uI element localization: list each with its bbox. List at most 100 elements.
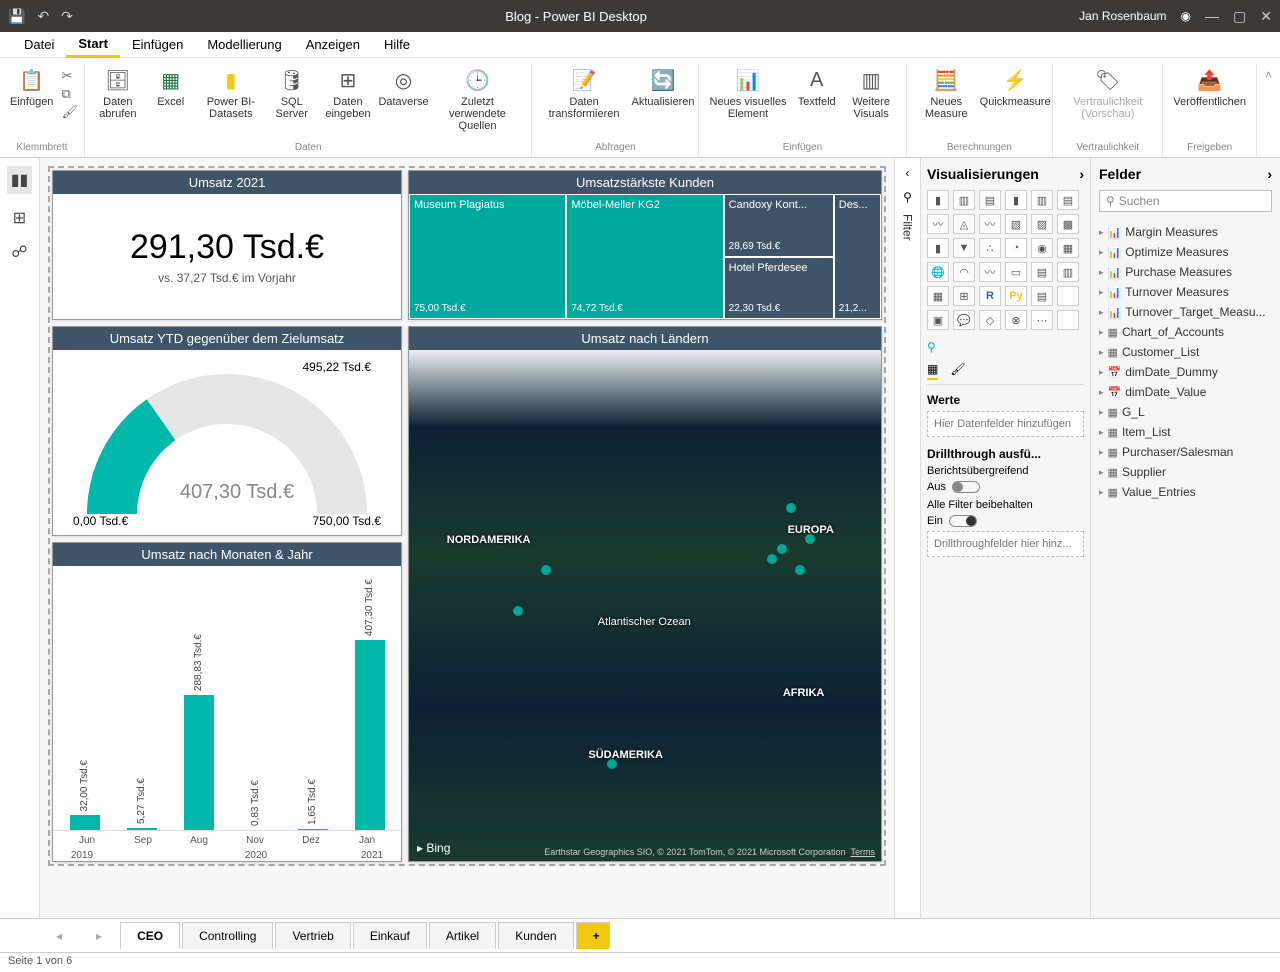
report-canvas[interactable]: Umsatz 2021 291,30 Tsd.€ vs. 37,27 Tsd.€… bbox=[40, 158, 894, 918]
report-view-icon[interactable]: ▮▮ bbox=[7, 166, 33, 194]
keep-filters-toggle[interactable] bbox=[949, 515, 977, 527]
viz-type-icon[interactable]: 〰 bbox=[927, 214, 949, 234]
new-measure-button[interactable]: 🧮Neues Measure bbox=[913, 64, 980, 140]
viz-type-icon[interactable]: ◠ bbox=[953, 262, 975, 282]
chevron-right-icon[interactable]: › bbox=[1267, 166, 1272, 182]
field-drop-area[interactable]: Hier Datenfelder hinzufügen bbox=[927, 411, 1084, 437]
add-page-button[interactable]: + bbox=[576, 922, 610, 949]
viz-type-icon[interactable]: ⊗ bbox=[1005, 310, 1027, 330]
viz-type-icon[interactable] bbox=[1057, 286, 1079, 306]
field-item[interactable]: ▸📅dimDate_Dummy bbox=[1099, 362, 1272, 382]
viz-type-icon[interactable]: ⋯ bbox=[1031, 310, 1053, 330]
treemap-cell[interactable]: Des...21,2... bbox=[834, 194, 881, 319]
viz-type-icon[interactable]: 〰 bbox=[979, 214, 1001, 234]
treemap-cell[interactable]: Möbel-Meller KG274,72 Tsd.€ bbox=[566, 194, 723, 319]
viz-type-icon[interactable]: ▭ bbox=[1005, 262, 1027, 282]
excel-button[interactable]: ▦Excel bbox=[149, 64, 193, 140]
field-item[interactable]: ▸📊Turnover Measures bbox=[1099, 282, 1272, 302]
publish-button[interactable]: 📤Veröffentlichen bbox=[1169, 64, 1250, 140]
viz-type-icon[interactable]: ◔ bbox=[1005, 238, 1027, 258]
viz-type-icon[interactable]: ▦ bbox=[1057, 238, 1079, 258]
page-tab[interactable]: Kunden bbox=[498, 922, 573, 949]
format-tab-icon[interactable]: 🖌 bbox=[950, 362, 965, 380]
viz-type-icon[interactable]: ⊞ bbox=[953, 286, 975, 306]
field-item[interactable]: ▸▦Customer_List bbox=[1099, 342, 1272, 362]
format-painter-icon[interactable]: 🖌 bbox=[61, 104, 78, 120]
quick-measure-button[interactable]: ⚡Quickmeasure bbox=[984, 64, 1046, 140]
page-tab[interactable]: Vertrieb bbox=[275, 922, 350, 949]
viz-type-icon[interactable]: ▥ bbox=[953, 190, 975, 210]
viz-type-icon[interactable]: ◇ bbox=[979, 310, 1001, 330]
treemap-cell[interactable]: Candoxy Kont...28,69 Tsd.€ bbox=[724, 194, 834, 257]
page-tab[interactable]: Einkauf bbox=[353, 922, 427, 949]
field-item[interactable]: ▸▦Supplier bbox=[1099, 462, 1272, 482]
field-item[interactable]: ▸▦Item_List bbox=[1099, 422, 1272, 442]
user-avatar-icon[interactable]: ◉ bbox=[1181, 9, 1191, 23]
page-tab[interactable]: CEO bbox=[120, 922, 180, 949]
viz-type-icon[interactable]: 🌐 bbox=[927, 262, 949, 282]
close-icon[interactable]: ✕ bbox=[1260, 8, 1272, 25]
viz-type-icon[interactable]: ▣ bbox=[927, 310, 949, 330]
viz-type-icon[interactable]: ▨ bbox=[1031, 214, 1053, 234]
paste-button[interactable]: 📋Einfügen bbox=[6, 64, 57, 140]
maximize-icon[interactable]: ▢ bbox=[1233, 8, 1246, 25]
model-view-icon[interactable]: ☍ bbox=[11, 242, 27, 262]
field-item[interactable]: ▸▦Value_Entries bbox=[1099, 482, 1272, 502]
viz-type-icon[interactable]: ▤ bbox=[1031, 286, 1053, 306]
tab-modellierung[interactable]: Modellierung bbox=[195, 33, 293, 56]
treemap-cell[interactable]: Museum Plagiatus75,00 Tsd.€ bbox=[409, 194, 566, 319]
bar-chart-card[interactable]: Umsatz nach Monaten & Jahr 32,00 Tsd.€5,… bbox=[52, 542, 402, 862]
kpi-card[interactable]: Umsatz 2021 291,30 Tsd.€ vs. 37,27 Tsd.€… bbox=[52, 170, 402, 320]
drill-fields-drop[interactable]: Drillthroughfelder hier hinz... bbox=[927, 531, 1084, 557]
page-next[interactable]: ▸ bbox=[80, 923, 118, 949]
field-item[interactable]: ▸📅dimDate_Value bbox=[1099, 382, 1272, 402]
viz-type-icon[interactable]: ▧ bbox=[1005, 214, 1027, 234]
recent-sources-button[interactable]: 🕒Zuletzt verwendete Quellen bbox=[430, 64, 526, 140]
get-data-button[interactable]: 🗄Daten abrufen bbox=[91, 64, 145, 140]
map-terms-link[interactable]: Terms bbox=[851, 847, 876, 857]
cut-icon[interactable]: ✂ bbox=[61, 68, 78, 84]
viz-type-icon[interactable]: ▮ bbox=[1005, 190, 1027, 210]
tab-hilfe[interactable]: Hilfe bbox=[372, 33, 422, 56]
treemap-cell[interactable]: Hotel Pferdesee22,30 Tsd.€ bbox=[724, 257, 834, 320]
viz-type-icon[interactable]: 〰 bbox=[979, 262, 1001, 282]
viz-type-icon[interactable]: ▩ bbox=[1057, 214, 1079, 234]
save-icon[interactable]: 💾 bbox=[8, 8, 25, 25]
copy-icon[interactable]: ⧉ bbox=[61, 86, 78, 102]
tab-start[interactable]: Start bbox=[66, 32, 120, 58]
page-tab[interactable]: Artikel bbox=[429, 922, 496, 949]
viz-type-icon[interactable]: R bbox=[979, 286, 1001, 306]
field-item[interactable]: ▸📊Optimize Measures bbox=[1099, 242, 1272, 262]
textbox-button[interactable]: ATextfeld bbox=[795, 64, 839, 140]
refresh-button[interactable]: 🔄Aktualisieren bbox=[634, 64, 693, 140]
cross-report-toggle[interactable] bbox=[952, 481, 980, 493]
sql-server-button[interactable]: 🛢SQL Server bbox=[269, 64, 314, 140]
field-item[interactable]: ▸▦Purchaser/Salesman bbox=[1099, 442, 1272, 462]
field-item[interactable]: ▸▦G_L bbox=[1099, 402, 1272, 422]
undo-icon[interactable]: ↶ bbox=[37, 8, 49, 25]
dataverse-button[interactable]: ◎Dataverse bbox=[382, 64, 426, 140]
field-item[interactable]: ▸📊Purchase Measures bbox=[1099, 262, 1272, 282]
gauge-card[interactable]: Umsatz YTD gegenüber dem Zielumsatz 495,… bbox=[52, 326, 402, 536]
field-item[interactable]: ▸▦Chart_of_Accounts bbox=[1099, 322, 1272, 342]
treemap-card[interactable]: Umsatzstärkste Kunden Museum Plagiatus75… bbox=[408, 170, 882, 320]
viz-type-icon[interactable]: ▥ bbox=[1057, 262, 1079, 282]
ribbon-collapse-icon[interactable]: ˄ bbox=[1257, 64, 1280, 157]
viz-type-icon[interactable]: ◬ bbox=[953, 214, 975, 234]
user-name[interactable]: Jan Rosenbaum bbox=[1079, 9, 1166, 23]
viz-type-icon[interactable]: ▥ bbox=[1031, 190, 1053, 210]
more-visuals-button[interactable]: ▥Weitere Visuals bbox=[843, 64, 900, 140]
viz-type-icon[interactable]: ▮ bbox=[927, 190, 949, 210]
viz-type-icon[interactable]: ▤ bbox=[1057, 190, 1079, 210]
map-card[interactable]: Umsatz nach Ländern NORDAMERIKA EUROPA A… bbox=[408, 326, 882, 862]
viz-type-icon[interactable]: ▮ bbox=[927, 238, 949, 258]
viz-type-icon[interactable]: ▤ bbox=[979, 190, 1001, 210]
map-body[interactable]: NORDAMERIKA EUROPA Atlantischer Ozean AF… bbox=[409, 350, 881, 861]
enter-data-button[interactable]: ⊞Daten eingeben bbox=[318, 64, 377, 140]
viz-type-icon[interactable]: ∴ bbox=[979, 238, 1001, 258]
viz-type-icon[interactable]: ▦ bbox=[927, 286, 949, 306]
viz-type-icon[interactable]: 💬 bbox=[953, 310, 975, 330]
field-item[interactable]: ▸📊Turnover_Target_Measu... bbox=[1099, 302, 1272, 322]
field-item[interactable]: ▸📊Margin Measures bbox=[1099, 222, 1272, 242]
chevron-right-icon[interactable]: › bbox=[1079, 166, 1084, 182]
